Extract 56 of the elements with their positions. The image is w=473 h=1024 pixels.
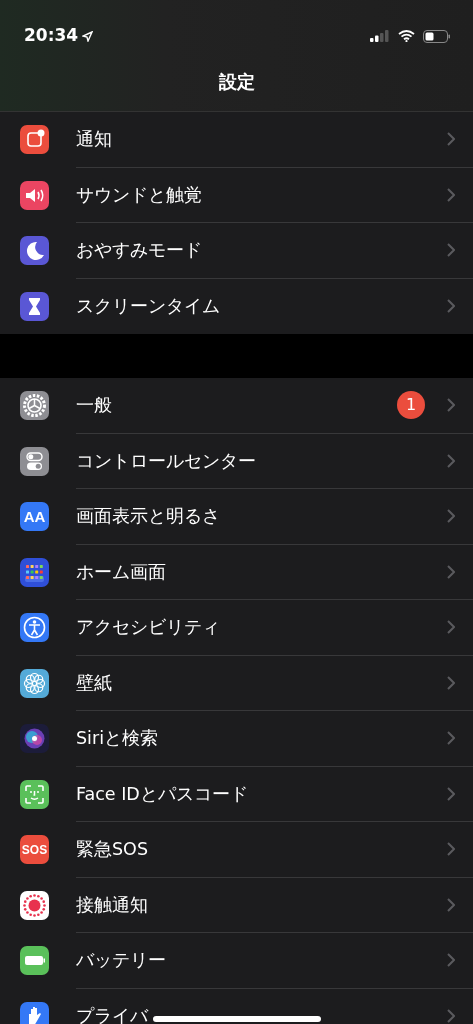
row-label: プライバ: [76, 1005, 148, 1024]
row-label: 緊急SOS: [76, 838, 148, 862]
row-label: Siriと検索: [76, 727, 159, 751]
chevron-icon: [447, 187, 455, 202]
chevron-icon: [447, 842, 455, 857]
app-icon: AA: [20, 502, 49, 532]
row-label: バッテリー: [76, 949, 166, 973]
settings-row[interactable]: ホーム画面: [0, 544, 473, 600]
row-label: おやすみモード: [76, 239, 202, 263]
row-label: コントロールセンター: [76, 449, 256, 473]
battery-icon: [423, 29, 451, 43]
row-label: 接触通知: [76, 893, 148, 917]
signal-icon: [370, 30, 390, 42]
settings-row[interactable]: Face IDとパスコード: [0, 766, 473, 822]
settings-row[interactable]: スクリーンタイム: [0, 278, 473, 334]
row-label: アクセシビリティ: [76, 616, 220, 640]
settings-row[interactable]: 一般 1: [0, 378, 473, 434]
chevron-icon: [447, 731, 455, 746]
chevron-icon: [447, 132, 455, 147]
row-label: 一般: [76, 394, 112, 418]
chevron-icon: [447, 453, 455, 468]
row-label: 画面表示と明るさ: [76, 505, 220, 529]
chevron-icon: [447, 398, 455, 413]
row-label: 通知: [76, 128, 112, 152]
settings-row[interactable]: アクセシビリティ: [0, 600, 473, 656]
chevron-icon: [447, 243, 455, 258]
settings-row[interactable]: 接触通知: [0, 877, 473, 933]
row-label: ホーム画面: [76, 560, 166, 584]
row-label: サウンドと触覚: [76, 183, 202, 207]
settings-row[interactable]: おやすみモード: [0, 223, 473, 279]
chevron-icon: [447, 786, 455, 801]
chevron-icon: [447, 953, 455, 968]
chevron-icon: [447, 564, 455, 579]
chevron-icon: [447, 1009, 455, 1024]
app-icon: SOS: [20, 835, 49, 865]
settings-row[interactable]: SOS 緊急SOS: [0, 822, 473, 878]
settings-row[interactable]: サウンドと触覚: [0, 167, 473, 223]
chevron-icon: [447, 675, 455, 690]
clock-time: 20:34: [24, 24, 79, 48]
screen-title: 設定: [217, 70, 256, 94]
settings-row[interactable]: バッテリー: [0, 933, 473, 989]
row-label: Face IDとパスコード: [76, 782, 248, 806]
chevron-icon: [447, 509, 455, 524]
settings-row[interactable]: Siriと検索: [0, 711, 473, 767]
chevron-icon: [447, 620, 455, 635]
chevron-icon: [447, 299, 455, 314]
settings-row[interactable]: 壁紙: [0, 655, 473, 711]
row-label: スクリーンタイム: [76, 295, 220, 319]
location-icon: [82, 30, 94, 42]
count-badge: 1: [397, 391, 425, 420]
row-label: 壁紙: [76, 671, 112, 695]
wifi-icon: [398, 30, 415, 42]
chevron-icon: [447, 897, 455, 912]
settings-row[interactable]: コントロールセンター: [0, 433, 473, 489]
settings-row[interactable]: AA 画面表示と明るさ: [0, 489, 473, 545]
settings-row[interactable]: 通知: [0, 112, 473, 168]
